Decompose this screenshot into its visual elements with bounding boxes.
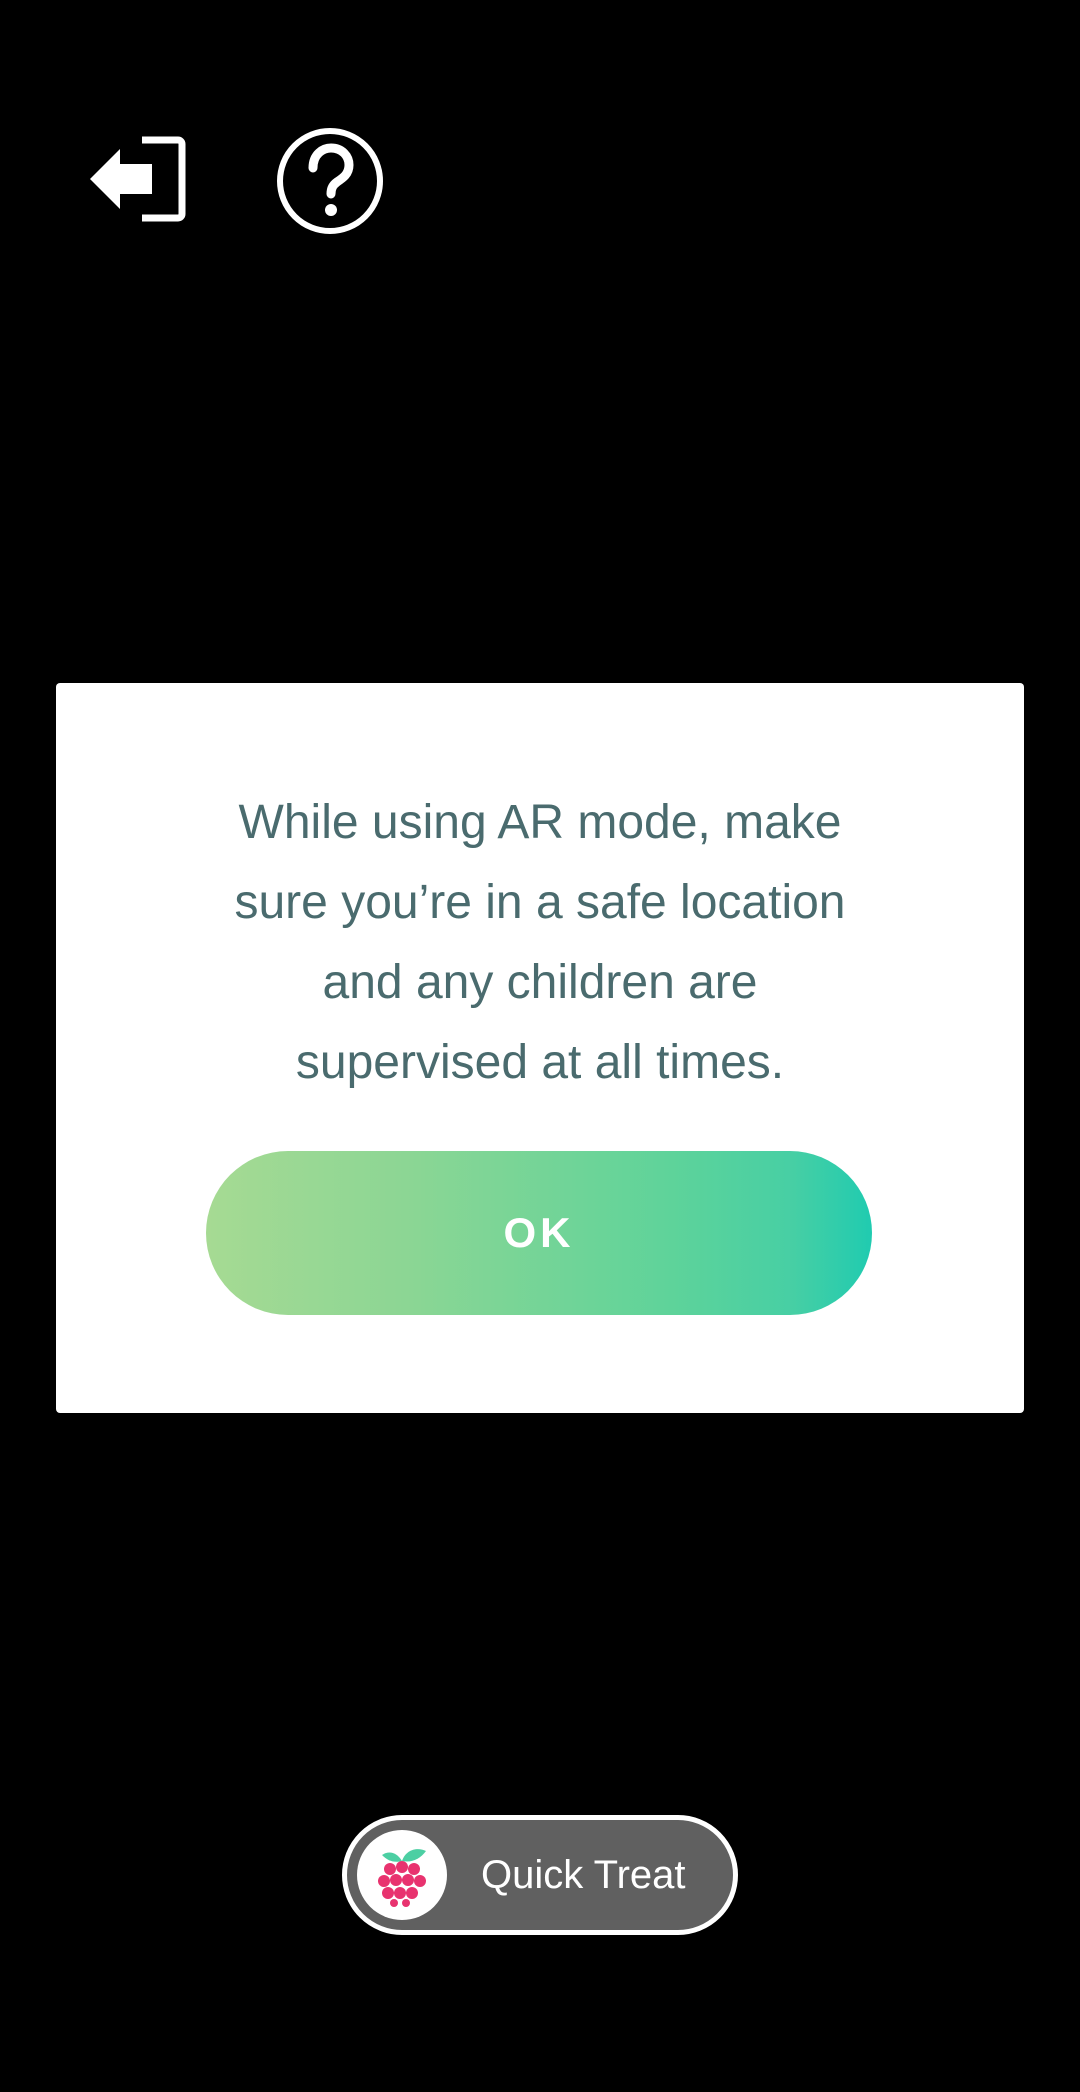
raspberry-icon bbox=[378, 1849, 426, 1907]
help-button[interactable] bbox=[275, 126, 385, 236]
quick-treat-label: Quick Treat bbox=[481, 1853, 686, 1897]
exit-door-arrow-icon bbox=[90, 136, 186, 222]
treat-icon-circle bbox=[357, 1830, 447, 1920]
quick-treat-button[interactable]: Quick Treat bbox=[342, 1815, 738, 1935]
ar-safety-dialog: While using AR mode, make sure you’re in… bbox=[56, 683, 1024, 1413]
ok-button[interactable]: OK bbox=[206, 1151, 872, 1315]
ok-button-label: OK bbox=[503, 1209, 575, 1256]
exit-button[interactable] bbox=[86, 132, 186, 232]
question-circle-icon bbox=[277, 128, 383, 234]
dialog-message: While using AR mode, make sure you’re in… bbox=[234, 796, 846, 1089]
